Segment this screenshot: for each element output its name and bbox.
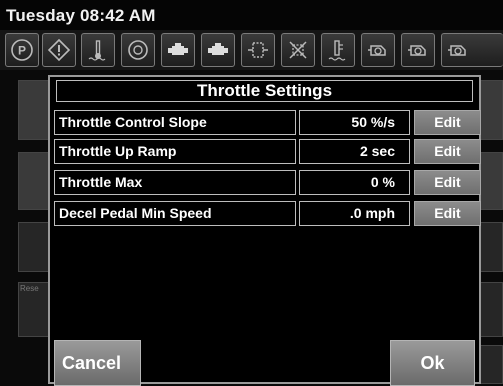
edit-button[interactable]: Edit — [414, 139, 481, 164]
background-tile — [18, 80, 52, 140]
background-tile — [478, 152, 503, 210]
setting-label: Decel Pedal Min Speed — [54, 201, 296, 226]
parking-brake-icon[interactable]: P — [5, 33, 39, 67]
setting-label: Throttle Up Ramp — [54, 139, 296, 164]
background-tile — [18, 222, 52, 272]
background-tile — [478, 80, 503, 140]
background-tile — [478, 282, 503, 337]
setting-value: .0 mph — [299, 201, 410, 226]
background-label: Rese — [20, 284, 39, 293]
background-tile — [478, 345, 503, 384]
engine-block-icon[interactable] — [201, 33, 235, 67]
edit-button[interactable]: Edit — [414, 110, 481, 135]
engine-icon[interactable] — [121, 33, 155, 67]
setting-label: Throttle Max — [54, 170, 296, 195]
indicator-bar: P — [0, 30, 503, 70]
status-bar: Tuesday 08:42 AM — [0, 0, 503, 30]
edit-button[interactable]: Edit — [414, 170, 481, 195]
background-tile — [18, 152, 52, 210]
engine-outline-icon[interactable] — [441, 33, 503, 67]
coolant-temperature-icon[interactable] — [81, 33, 115, 67]
exhaust-filter-icon[interactable] — [281, 33, 315, 67]
engine-block-icon[interactable] — [161, 33, 195, 67]
engine-outline-icon[interactable] — [361, 33, 395, 67]
engine-outline-icon[interactable] — [401, 33, 435, 67]
cancel-button[interactable]: Cancel — [54, 340, 141, 386]
throttle-settings-dialog: Throttle Settings Throttle Control Slope… — [48, 75, 481, 386]
edit-button[interactable]: Edit — [414, 201, 481, 226]
setting-value: 2 sec — [299, 139, 410, 164]
warning-icon[interactable] — [42, 33, 76, 67]
svg-text:P: P — [18, 44, 26, 58]
setting-label: Throttle Control Slope — [54, 110, 296, 135]
background-tile — [478, 222, 503, 272]
setting-value: 50 %/s — [299, 110, 410, 135]
date-time: Tuesday 08:42 AM — [6, 6, 156, 25]
aftertreatment-icon[interactable] — [241, 33, 275, 67]
fluid-level-icon[interactable] — [321, 33, 355, 67]
dialog-title: Throttle Settings — [56, 80, 473, 102]
ok-button[interactable]: Ok — [390, 340, 475, 386]
setting-value: 0 % — [299, 170, 410, 195]
